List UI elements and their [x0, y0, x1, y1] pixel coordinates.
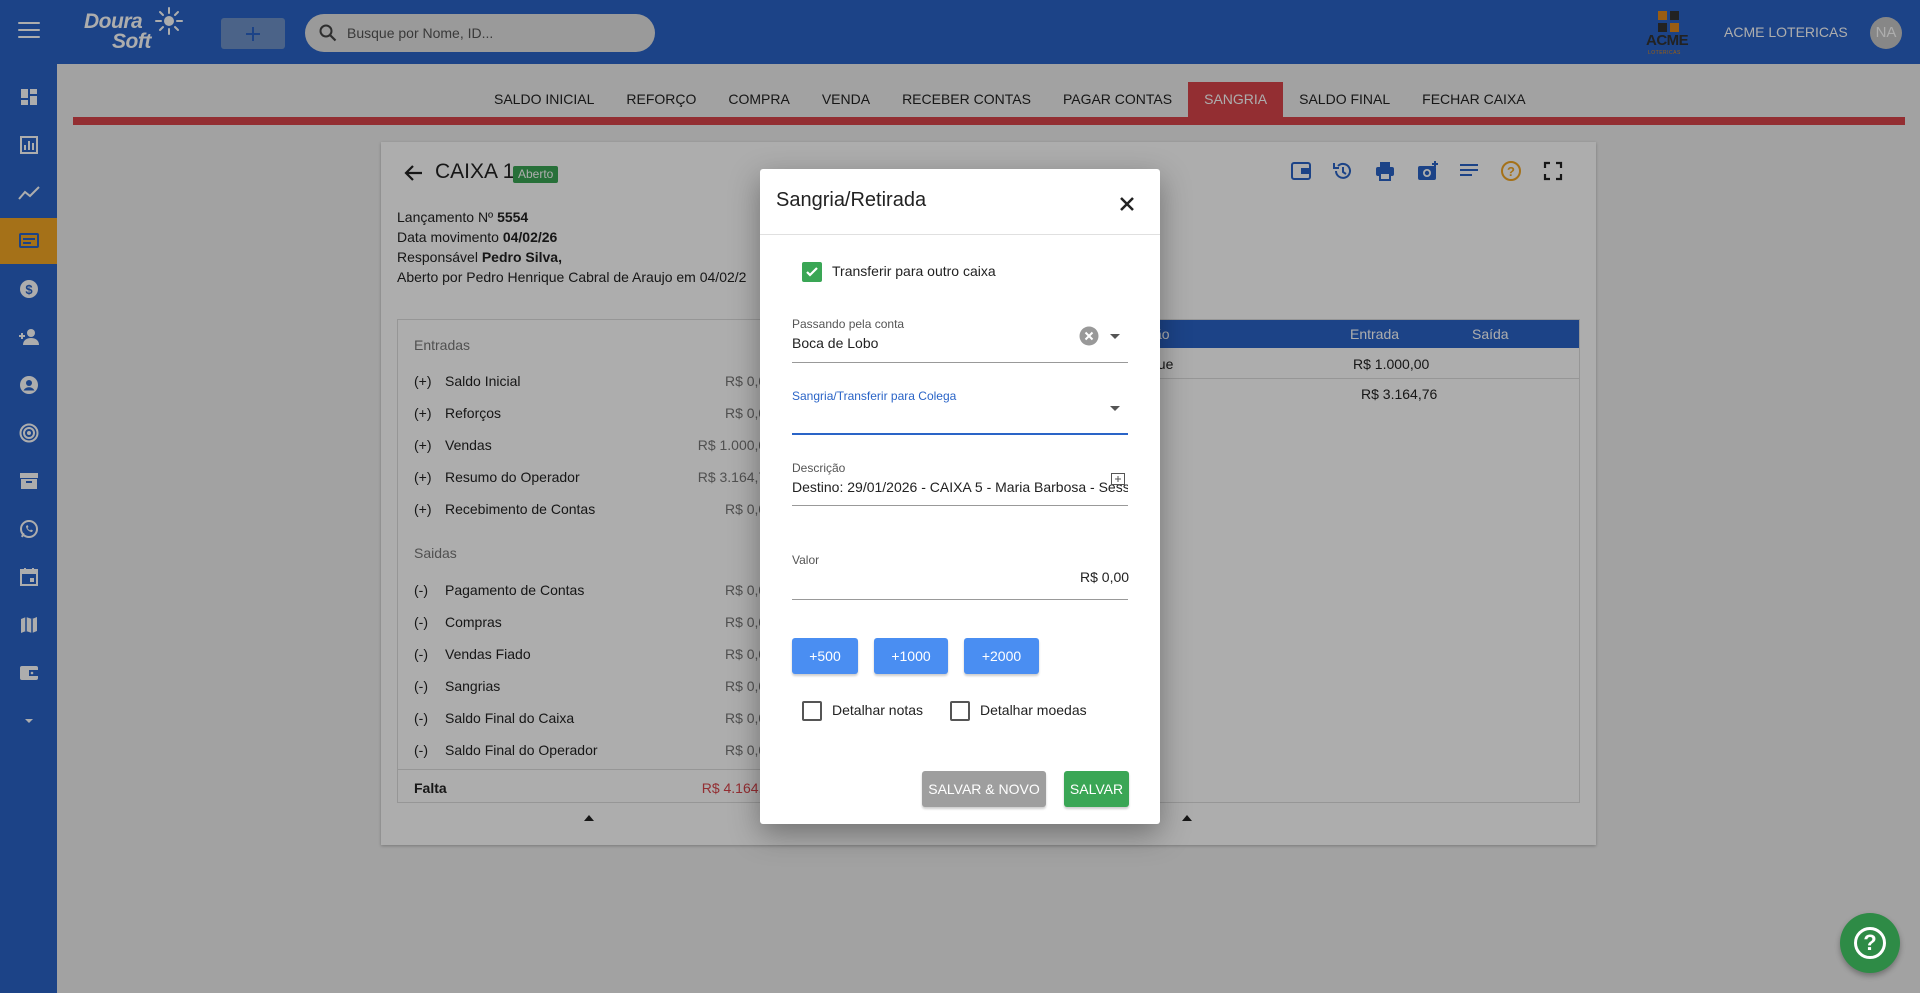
add-1000-button[interactable]: +1000 — [874, 638, 948, 674]
colega-field-label: Sangria/Transferir para Colega — [792, 389, 957, 403]
colega-select[interactable] — [792, 407, 1072, 425]
descricao-field-underline — [792, 505, 1128, 506]
add-500-button[interactable]: +500 — [792, 638, 858, 674]
valor-input[interactable]: R$ 0,00 — [1080, 569, 1129, 585]
close-icon[interactable] — [1115, 192, 1139, 216]
save-and-new-button[interactable]: SALVAR & NOVO — [922, 771, 1046, 807]
colega-field-underline — [792, 433, 1128, 435]
detalhar-notas-label: Detalhar notas — [832, 702, 924, 718]
chevron-down-icon[interactable] — [1110, 406, 1120, 411]
add-2000-button[interactable]: +2000 — [964, 638, 1039, 674]
sangria-dialog: Sangria/Retirada Transferir para outro c… — [760, 169, 1160, 824]
help-icon: ? — [1854, 927, 1886, 959]
valor-field-underline — [792, 599, 1128, 600]
transfer-checkbox-label: Transferir para outro caixa — [832, 263, 996, 279]
expand-field-icon[interactable] — [1111, 472, 1125, 490]
descricao-field-label: Descrição — [792, 461, 846, 475]
transfer-checkbox[interactable] — [802, 262, 822, 282]
dialog-divider — [760, 234, 1160, 235]
dialog-title: Sangria/Retirada — [776, 189, 927, 211]
conta-field-underline — [792, 362, 1128, 363]
conta-select[interactable]: Boca de Lobo — [792, 335, 1072, 351]
check-icon — [806, 267, 818, 277]
valor-field-label: Valor — [792, 553, 820, 567]
descricao-input[interactable]: Destino: 29/01/2026 - CAIXA 5 - Maria Ba… — [792, 479, 1128, 495]
detalhar-moedas-label: Detalhar moedas — [980, 702, 1087, 718]
detalhar-moedas-checkbox[interactable] — [950, 701, 970, 721]
detalhar-notas-checkbox[interactable] — [802, 701, 822, 721]
conta-field-label: Passando pela conta — [792, 317, 905, 331]
clear-icon[interactable] — [1079, 326, 1099, 351]
help-chat-button[interactable]: ? — [1840, 913, 1900, 973]
save-button[interactable]: SALVAR — [1064, 771, 1129, 807]
chevron-down-icon[interactable] — [1110, 334, 1120, 339]
